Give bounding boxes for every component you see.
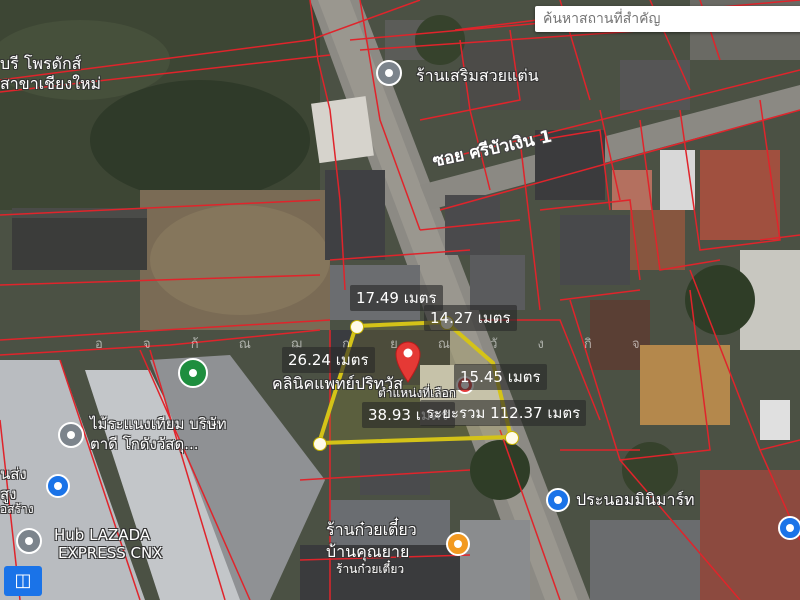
restaurant-icon[interactable] bbox=[446, 532, 470, 556]
polygon-vertex[interactable] bbox=[505, 431, 519, 445]
measure-label-right: 15.45 เมตร bbox=[454, 364, 547, 390]
measure-label-left: 26.24 เมตร bbox=[282, 347, 375, 373]
place-label-branch: สาขาเชียงใหม่ bbox=[0, 74, 102, 93]
map-pin-icon[interactable] bbox=[16, 528, 42, 554]
map-pin-icon[interactable] bbox=[376, 60, 402, 86]
place-label-salon[interactable]: ร้านเสริมสวยแต่น bbox=[416, 64, 539, 89]
place-label-express-cnx: EXPRESS CNX bbox=[58, 544, 163, 562]
map-pin-icon[interactable] bbox=[178, 358, 208, 388]
polygon-vertex[interactable] bbox=[313, 437, 327, 451]
place-label-left-3: อสร้าง bbox=[0, 502, 34, 516]
place-label-hub-lazada[interactable]: Hub LAZADA bbox=[54, 526, 150, 544]
place-label-noodle-3: ร้านก๋วยเตี๋ยว bbox=[336, 562, 405, 576]
layers-icon[interactable]: ◫ bbox=[4, 566, 42, 596]
place-label-minimart[interactable]: ประนอมมินิมาร์ท bbox=[576, 488, 695, 513]
measure-label-total: ระยะรวม 112.37 เมตร bbox=[420, 400, 587, 426]
shopping-bag-icon[interactable] bbox=[546, 488, 570, 512]
place-label-fence-shop-2: ตาดี โกดังวัสดุ... bbox=[90, 435, 199, 453]
shopping-bag-icon[interactable] bbox=[46, 474, 70, 498]
shopping-bag-icon[interactable] bbox=[778, 516, 800, 540]
measure-label-top-right: 14.27 เมตร bbox=[424, 305, 517, 331]
polygon-vertex[interactable] bbox=[350, 320, 364, 334]
search-input[interactable] bbox=[535, 6, 800, 32]
faint-overlay-text: อ จ ก้ ณ ฌ ก ย ณ วั ง กิ จ bbox=[95, 337, 658, 352]
map-pin-icon[interactable] bbox=[58, 422, 84, 448]
